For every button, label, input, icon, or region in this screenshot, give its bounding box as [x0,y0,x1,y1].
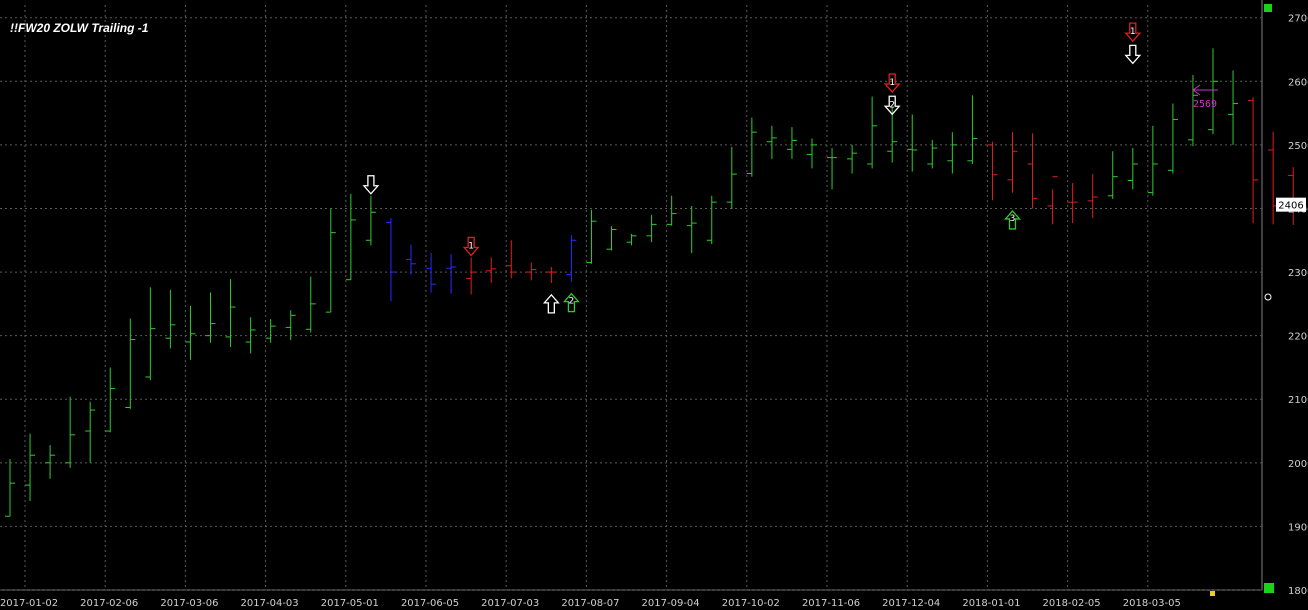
x-tick-label: 2018-03-05 [1123,598,1181,609]
marker-label: 2 [889,100,895,110]
x-tick-label: 2017-07-03 [481,598,539,609]
x-tick-label: 2017-04-03 [241,598,299,609]
chart-title: !!FW20 ZOLW Trailing -1 [10,21,149,35]
x-tick-label: 2017-03-06 [160,598,218,609]
y-tick-label: 2600 [1288,77,1308,88]
y-tick-label: 2200 [1288,332,1308,343]
price-chart[interactable]: 121231 180019002000210022002300240025002… [0,0,1308,610]
y-tick-label: 2000 [1288,459,1308,470]
x-tick-label: 2018-01-01 [962,598,1020,609]
x-tick-label: 2017-06-05 [401,598,459,609]
y-tick-label: 2500 [1288,141,1308,152]
y-tick-label: 1900 [1288,522,1308,533]
x-tick-label: 2017-02-06 [80,598,138,609]
x-tick-label: 2017-10-02 [722,598,780,609]
x-axis: 2017-01-02 2017-02-06 2017-03-06 2017-04-03… [0,598,1181,609]
y-tick-label: 2700 [1288,14,1308,25]
x-tick-label: 2017-12-04 [882,598,940,609]
marker-label: 1 [468,241,474,251]
price-marker-label: 2569 [1193,99,1217,110]
top-right-green-square[interactable] [1264,4,1272,12]
marker-label: 2 [569,297,575,307]
marker-label: 3 [1010,214,1016,224]
x-tick-label: 2018-02-05 [1043,598,1101,609]
x-tick-label: 2017-01-02 [0,598,58,609]
marker-label: 1 [1130,27,1136,37]
x-tick-label: 2017-05-01 [321,598,379,609]
y-tick-label: 1800 [1288,586,1308,597]
scroll-marker-yellow[interactable] [1210,591,1215,596]
y-tick-label: 2100 [1288,395,1308,406]
x-tick-label: 2017-11-06 [802,598,860,609]
last-price-label: 2406 [1278,201,1303,212]
y-tick-label: 2300 [1288,268,1308,279]
chart-background [0,0,1308,610]
x-tick-label: 2017-09-04 [642,598,700,609]
x-tick-label: 2017-08-07 [561,598,619,609]
marker-label: 1 [889,78,895,88]
bottom-right-green-square[interactable] [1264,583,1274,593]
